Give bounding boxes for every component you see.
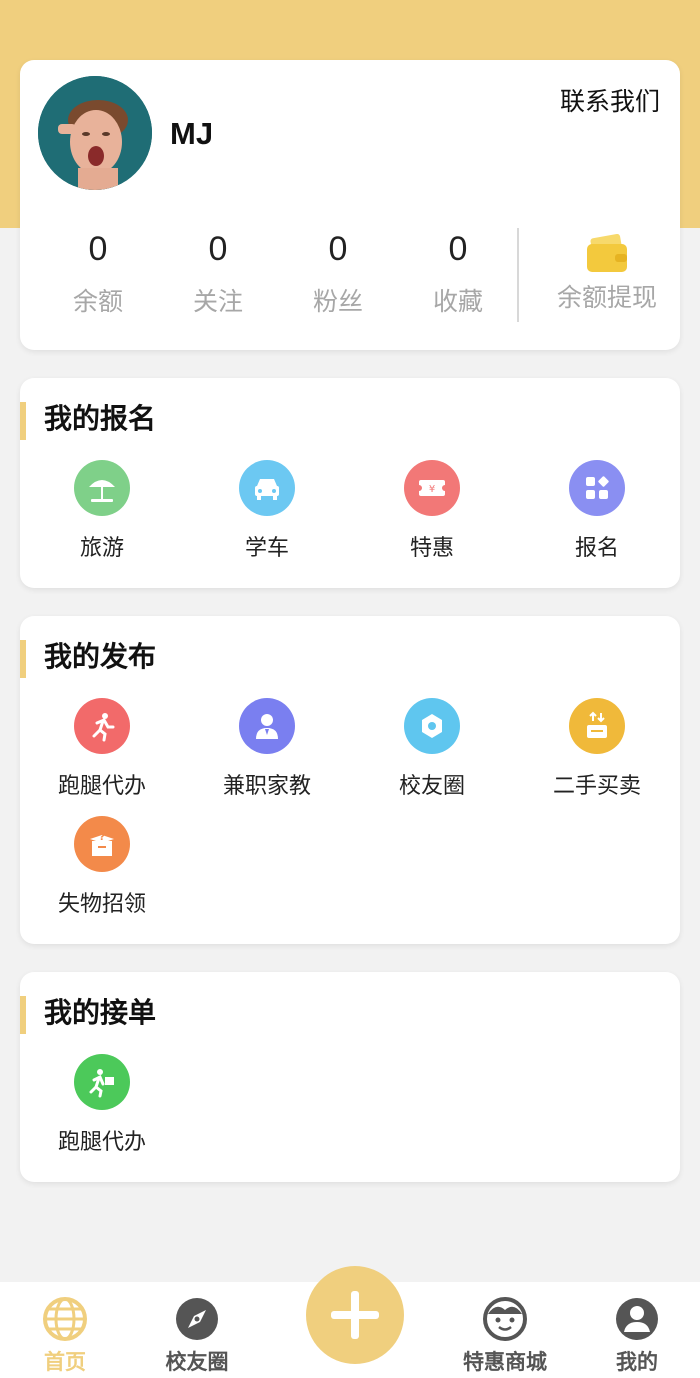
orders-section: 我的接单 跑腿代办 xyxy=(20,972,680,1182)
stat-value: 0 xyxy=(208,230,228,268)
tutor-icon xyxy=(239,698,295,754)
publish-section: 我的发布 跑腿代办 兼职家教 校友圈 二手买卖 ? 失物招领 xyxy=(20,616,680,944)
publish-item-label: 失物招领 xyxy=(57,892,146,917)
runner-icon xyxy=(74,698,130,754)
publish-item-label: 二手买卖 xyxy=(552,774,641,799)
stat-label: 余额 xyxy=(72,287,123,316)
hexagon-icon xyxy=(404,698,460,754)
signup-section: 我的报名 旅游 学车 ¥ 特惠 报名 xyxy=(20,378,680,588)
withdraw-label: 余额提现 xyxy=(556,283,657,312)
signup-item-register[interactable]: 报名 xyxy=(515,460,679,562)
stats-row: 0 余额 0 关注 0 粉丝 0 收藏 xyxy=(38,232,498,322)
orders-item-errand[interactable]: 跑腿代办 xyxy=(20,1054,184,1156)
stat-fans[interactable]: 0 粉丝 xyxy=(278,232,398,318)
username: MJ xyxy=(170,116,214,151)
beach-umbrella-icon xyxy=(74,460,130,516)
add-post-button[interactable] xyxy=(306,1266,404,1364)
plus-icon xyxy=(331,1291,379,1339)
stat-favorites[interactable]: 0 收藏 xyxy=(398,232,518,318)
car-icon xyxy=(239,460,295,516)
tab-discount-mall[interactable]: 特惠商城 xyxy=(440,1296,570,1376)
compass-icon xyxy=(176,1298,218,1340)
tab-label: 校友圈 xyxy=(165,1350,229,1374)
stat-label: 收藏 xyxy=(432,287,483,316)
stat-value: 0 xyxy=(448,230,468,268)
delivery-runner-icon xyxy=(74,1054,130,1110)
trade-icon xyxy=(569,698,625,754)
publish-item-label: 跑腿代办 xyxy=(57,774,146,799)
stat-balance[interactable]: 0 余额 xyxy=(38,232,158,318)
signup-item-label: 报名 xyxy=(574,536,619,561)
stats-divider xyxy=(517,228,519,322)
tab-mine[interactable]: 我的 xyxy=(572,1296,700,1376)
profile-card: MJ 联系我们 0 余额 0 关注 0 粉丝 0 收藏 余额提现 xyxy=(20,60,680,350)
face-icon xyxy=(483,1297,527,1341)
svg-text:¥: ¥ xyxy=(429,484,435,495)
section-title: 我的接单 xyxy=(20,996,156,1034)
user-icon xyxy=(616,1298,658,1340)
wallet-icon xyxy=(587,234,627,272)
tab-home[interactable]: 首页 xyxy=(0,1296,130,1376)
lost-box-icon: ? xyxy=(74,816,130,872)
orders-item-label: 跑腿代办 xyxy=(57,1130,146,1155)
stat-following[interactable]: 0 关注 xyxy=(158,232,278,318)
globe-icon xyxy=(43,1297,87,1341)
signup-item-label: 学车 xyxy=(244,536,289,561)
contact-us-link[interactable]: 联系我们 xyxy=(560,82,660,118)
ticket-icon: ¥ xyxy=(404,460,460,516)
avatar[interactable] xyxy=(38,76,152,190)
apps-icon xyxy=(569,460,625,516)
tab-alumni[interactable]: 校友圈 xyxy=(132,1296,262,1376)
stat-value: 0 xyxy=(88,230,108,268)
stat-label: 粉丝 xyxy=(312,287,363,316)
publish-item-secondhand[interactable]: 二手买卖 xyxy=(515,698,679,800)
publish-item-label: 校友圈 xyxy=(398,774,465,799)
svg-text:?: ? xyxy=(99,832,105,843)
publish-item-errand[interactable]: 跑腿代办 xyxy=(20,698,184,800)
stat-label: 关注 xyxy=(192,287,243,316)
signup-item-label: 特惠 xyxy=(409,536,454,561)
section-title: 我的报名 xyxy=(20,402,156,440)
withdraw-button[interactable]: 余额提现 xyxy=(532,234,682,314)
tab-label: 我的 xyxy=(616,1350,658,1374)
tab-label: 特惠商城 xyxy=(463,1350,547,1374)
signup-item-label: 旅游 xyxy=(79,536,124,561)
tab-label: 首页 xyxy=(44,1350,86,1374)
publish-item-lost-found[interactable]: ? 失物招领 xyxy=(20,816,184,918)
signup-item-driving[interactable]: 学车 xyxy=(185,460,349,562)
signup-item-travel[interactable]: 旅游 xyxy=(20,460,184,562)
signup-item-discount[interactable]: ¥ 特惠 xyxy=(350,460,514,562)
publish-item-label: 兼职家教 xyxy=(222,774,311,799)
publish-item-alumni[interactable]: 校友圈 xyxy=(350,698,514,800)
section-title: 我的发布 xyxy=(20,640,156,678)
stat-value: 0 xyxy=(328,230,348,268)
publish-item-tutor[interactable]: 兼职家教 xyxy=(185,698,349,800)
